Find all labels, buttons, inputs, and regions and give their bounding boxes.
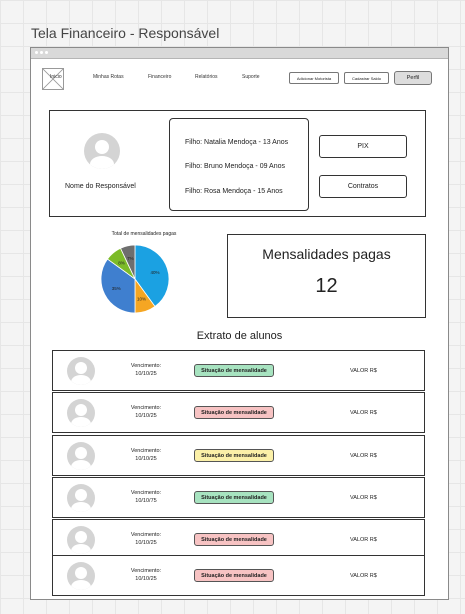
student-avatar-icon (67, 399, 95, 427)
payments-pie-chart: 40% 10% 35% 8%7% (100, 244, 170, 314)
due-date-value: 10/10/25 (135, 413, 157, 419)
statement-row[interactable]: Vencimento: 10/10/25 Situação de mensalida… (52, 435, 425, 476)
statement-row[interactable]: Vencimento: 10/10/25 Situação de mensalida… (52, 350, 425, 391)
window-dot-icon (45, 51, 48, 54)
contracts-button[interactable]: Contratos (319, 175, 407, 198)
window-dot-icon (35, 51, 38, 54)
browser-window: Inicio Minhas Rotas Financeiro Relatório… (30, 47, 449, 600)
profile-button[interactable]: Perfil (394, 71, 432, 85)
due-label: Vencimento: (130, 490, 162, 496)
due-label: Vencimento: (130, 448, 162, 454)
student-avatar-icon (67, 357, 95, 385)
due-date-value: 10/10/25 (135, 456, 157, 462)
payment-status-badge: Situação de mensalidade (194, 406, 274, 419)
due-label: Vencimento: (130, 405, 162, 411)
nav-item-relatorios[interactable]: Relatórios (195, 74, 218, 80)
chart-title: Total de mensalidades pagas (111, 231, 177, 237)
pie-slice-label: 35% (112, 286, 121, 291)
window-dot-icon (40, 51, 43, 54)
paid-fees-summary: Mensalidades pagas 12 (227, 234, 426, 318)
statement-title: Extrato de alunos (196, 330, 283, 342)
due-date-value: 10/10/25 (135, 540, 157, 546)
summary-value: 12 (315, 275, 338, 297)
payment-value: VALOR R$ (350, 573, 377, 579)
child-item: Filho: Rosa Mendoça - 15 Anos (185, 188, 283, 195)
child-item: Filho: Natalia Mendoça - 13 Anos (185, 139, 289, 146)
pix-button[interactable]: PIX (319, 135, 407, 158)
due-label: Vencimento: (130, 532, 162, 538)
due-date: Vencimento: 10/10/75 (121, 489, 171, 505)
due-date-value: 10/10/75 (135, 498, 157, 504)
profile-panel: Nome do Responsável Filho: Natalia Mendo… (49, 110, 426, 217)
student-avatar-icon (67, 484, 95, 512)
page-title: Tela Financeiro - Responsável (31, 25, 220, 41)
child-item: Filho: Bruno Mendoça - 09 Anos (185, 163, 286, 170)
payment-value: VALOR R$ (350, 537, 377, 543)
payment-value: VALOR R$ (350, 410, 377, 416)
statement-row[interactable]: Vencimento: 10/10/25 Situação de mensalida… (52, 392, 425, 433)
payment-value: VALOR R$ (350, 368, 377, 374)
due-date: Vencimento: 10/10/25 (121, 362, 171, 378)
responsible-name: Nome do Responsável (65, 183, 136, 190)
student-avatar-icon (67, 442, 95, 470)
nav-item-inicio[interactable]: Inicio (50, 74, 62, 80)
payment-value: VALOR R$ (350, 495, 377, 501)
pie-slice-label: 40% (151, 270, 160, 275)
pie-slice-label: 10% (137, 297, 146, 302)
due-label: Vencimento: (130, 363, 162, 369)
pie-slice-label: 7% (127, 256, 134, 261)
window-titlebar (31, 48, 448, 59)
statement-row[interactable]: Vencimento: 10/10/25 Situação de mensalida… (52, 519, 425, 560)
due-label: Vencimento: (130, 568, 162, 574)
due-date: Vencimento: 10/10/25 (121, 447, 171, 463)
statement-row[interactable]: Vencimento: 10/10/75 Situação de mensalida… (52, 477, 425, 518)
due-date-value: 10/10/25 (135, 576, 157, 582)
nav-item-financeiro[interactable]: Financeiro (148, 74, 171, 80)
payment-status-badge: Situação de mensalidade (194, 569, 274, 582)
payment-status-badge: Situação de mensalidade (194, 364, 274, 377)
due-date: Vencimento: 10/10/25 (121, 567, 171, 583)
pie-slice-label: 8% (118, 260, 125, 265)
summary-label: Mensalidades pagas (262, 246, 391, 262)
register-balance-button[interactable]: Cadastrar Saldo (344, 72, 389, 84)
payment-status-badge: Situação de mensalidade (194, 491, 274, 504)
payment-status-badge: Situação de mensalidade (194, 533, 274, 546)
add-driver-button[interactable]: Adicionar Motorista (289, 72, 339, 84)
children-list: Filho: Natalia Mendoça - 13 Anos Filho: … (169, 118, 309, 211)
payment-status-badge: Situação de mensalidade (194, 449, 274, 462)
nav-item-minhas-rotas[interactable]: Minhas Rotas (93, 74, 124, 80)
due-date: Vencimento: 10/10/25 (121, 531, 171, 547)
student-avatar-icon (67, 526, 95, 554)
due-date: Vencimento: 10/10/25 (121, 404, 171, 420)
due-date-value: 10/10/25 (135, 371, 157, 377)
statement-row[interactable]: Vencimento: 10/10/25 Situação de mensalida… (52, 555, 425, 596)
student-avatar-icon (67, 562, 95, 590)
payment-value: VALOR R$ (350, 453, 377, 459)
responsible-avatar-icon (84, 133, 120, 169)
nav-item-suporte[interactable]: Suporte (242, 74, 260, 80)
